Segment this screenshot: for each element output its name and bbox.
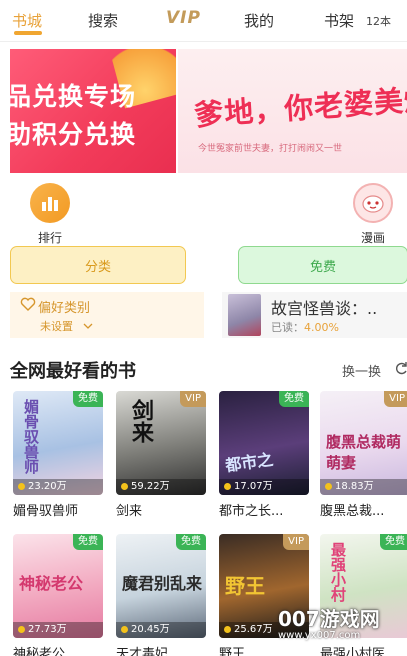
watermark-line2: www.yx007.com — [278, 630, 361, 641]
preference-title: 偏好类别 — [38, 301, 91, 316]
tab-bookshelf[interactable]: 书架 — [324, 10, 354, 31]
book-item[interactable]: 神秘老公 免费 27.73万神秘老公... — [13, 534, 103, 656]
banner-slide-daddy[interactable]: 爹地，你老婆美爆了 今世冤家前世夫妻，打打闹闹又一世 — [178, 49, 407, 173]
preference-value-text: 未设置 — [40, 320, 73, 333]
book-views-value: 20.45万 — [131, 624, 170, 635]
book-views-value: 23.20万 — [28, 481, 67, 492]
promo-banner-carousel[interactable]: 品兑换专场 助积分兑换 爹地，你老婆美爆了 今世冤家前世夫妻，打打闹闹又一世 — [0, 49, 407, 173]
book-views-value: 27.73万 — [28, 624, 67, 635]
book-title[interactable]: 都市之长... — [219, 500, 309, 519]
recent-book-progress: 已读：4.00% — [271, 319, 339, 335]
vip-badge: VIP — [180, 391, 206, 407]
free-badge: 免费 — [73, 534, 103, 550]
recent-book-cover — [228, 294, 261, 336]
book-cover-title: 媚骨驭兽师 — [22, 399, 40, 474]
free-badge: 免费 — [380, 534, 407, 550]
book-title[interactable]: 媚骨驭兽师 — [13, 500, 103, 519]
book-cover[interactable]: 魔君别乱来 免费 20.45万 — [116, 534, 206, 638]
bookshelf-count: 12本 — [366, 15, 391, 28]
watermark: 007游戏网 www.yx007.com — [278, 603, 407, 656]
book-views: 17.07万 — [219, 479, 309, 495]
watermark-line1: 007游戏网 — [278, 607, 380, 631]
book-title[interactable]: 神秘老公... — [13, 643, 103, 656]
comic-label: 漫画 — [360, 231, 385, 245]
book-title[interactable]: 剑来 — [116, 500, 206, 519]
coin-icon — [121, 625, 128, 633]
book-views-value: 25.67万 — [234, 624, 273, 635]
coin-icon — [325, 482, 332, 490]
banner-left-line1: 品兑换专场 — [10, 82, 137, 111]
book-item[interactable]: 魔君别乱来 免费 20.45万天才毒妃... — [116, 534, 206, 656]
book-views-value: 59.22万 — [131, 481, 170, 492]
book-cover[interactable]: 媚骨驭兽师 免费 23.20万 — [13, 391, 103, 495]
vip-badge: VIP — [384, 391, 407, 407]
book-item[interactable]: 都市之 免费 17.07万都市之长... — [219, 391, 309, 519]
coin-icon — [121, 482, 128, 490]
free-badge: 免费 — [73, 391, 103, 407]
book-views-value: 18.83万 — [335, 481, 374, 492]
book-views-value: 17.07万 — [234, 481, 273, 492]
coin-icon — [224, 625, 231, 633]
recent-book-title: 故宫怪兽谈：.. — [271, 299, 378, 318]
banner-right-headline: 爹地，你老婆美爆了 — [193, 79, 407, 133]
book-cover[interactable]: 剑来 VIP 59.22万 — [116, 391, 206, 495]
book-views: 20.45万 — [116, 622, 206, 638]
free-badge: 免费 — [176, 534, 206, 550]
coin-icon — [224, 482, 231, 490]
book-views: 27.73万 — [13, 622, 103, 638]
recent-reading-card[interactable]: 故宫怪兽谈：.. 已读：4.00% — [222, 292, 407, 338]
comic-button[interactable]: 漫画 — [343, 183, 403, 246]
swap-button[interactable]: 换一换 — [342, 361, 381, 380]
book-item[interactable]: 剑来 VIP 59.22万 剑来 — [116, 391, 206, 519]
refresh-icon[interactable] — [396, 361, 407, 375]
book-cover-title: 最强小村 — [329, 542, 347, 602]
book-title[interactable]: 天才毒妃... — [116, 643, 206, 656]
tab-bookstore[interactable]: 书城 — [12, 10, 42, 31]
top-tab-bar: 书城 搜索 VIP 我的 书架 12本 — [0, 0, 407, 42]
coin-icon — [18, 482, 25, 490]
active-tab-indicator — [14, 31, 42, 35]
vip-badge: VIP — [283, 534, 309, 550]
coin-icon — [18, 625, 25, 633]
ranking-button[interactable]: 排行 — [20, 183, 80, 246]
heart-icon — [20, 297, 36, 311]
chevron-down-icon — [83, 323, 92, 329]
tab-vip[interactable]: VIP — [166, 8, 201, 28]
banner-slide-points-exchange[interactable]: 品兑换专场 助积分兑换 — [10, 49, 176, 173]
tab-search[interactable]: 搜索 — [88, 10, 118, 31]
tab-mine[interactable]: 我的 — [244, 10, 274, 31]
book-item[interactable]: 媚骨驭兽师 免费 23.20万 媚骨驭兽师 — [13, 391, 103, 519]
app-root: 书城 搜索 VIP 我的 书架 12本 品兑换专场 助积分兑换 爹地，你老婆美爆… — [0, 0, 407, 656]
free-badge: 免费 — [279, 391, 309, 407]
book-cover[interactable]: 都市之 免费 17.07万 — [219, 391, 309, 495]
book-views: 23.20万 — [13, 479, 103, 495]
book-cover[interactable]: 神秘老公 免费 27.73万 — [13, 534, 103, 638]
banner-left-line2: 助积分兑换 — [10, 120, 137, 149]
free-button[interactable]: 免费 — [238, 246, 407, 284]
comic-face-icon — [353, 183, 393, 223]
progress-label: 已读： — [271, 321, 304, 334]
preference-category-card[interactable]: 偏好类别 未设置 — [10, 292, 204, 338]
ranking-label: 排行 — [37, 231, 62, 245]
book-cover-title: 神秘老公 — [19, 574, 84, 593]
category-button[interactable]: 分类 — [10, 246, 186, 284]
section-title: 全网最好看的书 — [10, 361, 136, 382]
book-cover[interactable]: 腹黑总裁萌萌妻 VIP 18.83万 — [320, 391, 407, 495]
book-cover-title: 都市之 — [224, 449, 275, 476]
book-cover-title: 野王 — [225, 574, 265, 598]
preference-value: 未设置 — [40, 318, 93, 334]
book-cover-title: 魔君别乱来 — [122, 574, 203, 593]
book-item[interactable]: 腹黑总裁萌萌妻 VIP 18.83万腹黑总裁... — [320, 391, 407, 519]
book-views: 18.83万 — [320, 479, 407, 495]
bar-chart-icon — [30, 183, 70, 223]
book-cover-title: 剑来 — [128, 399, 153, 443]
book-title[interactable]: 腹黑总裁... — [320, 500, 407, 519]
progress-value: 4.00% — [304, 321, 339, 334]
book-views: 59.22万 — [116, 479, 206, 495]
banner-right-subtitle: 今世冤家前世夫妻，打打闹闹又一世 — [198, 144, 343, 154]
book-cover-title: 腹黑总裁萌萌妻 — [326, 433, 402, 472]
